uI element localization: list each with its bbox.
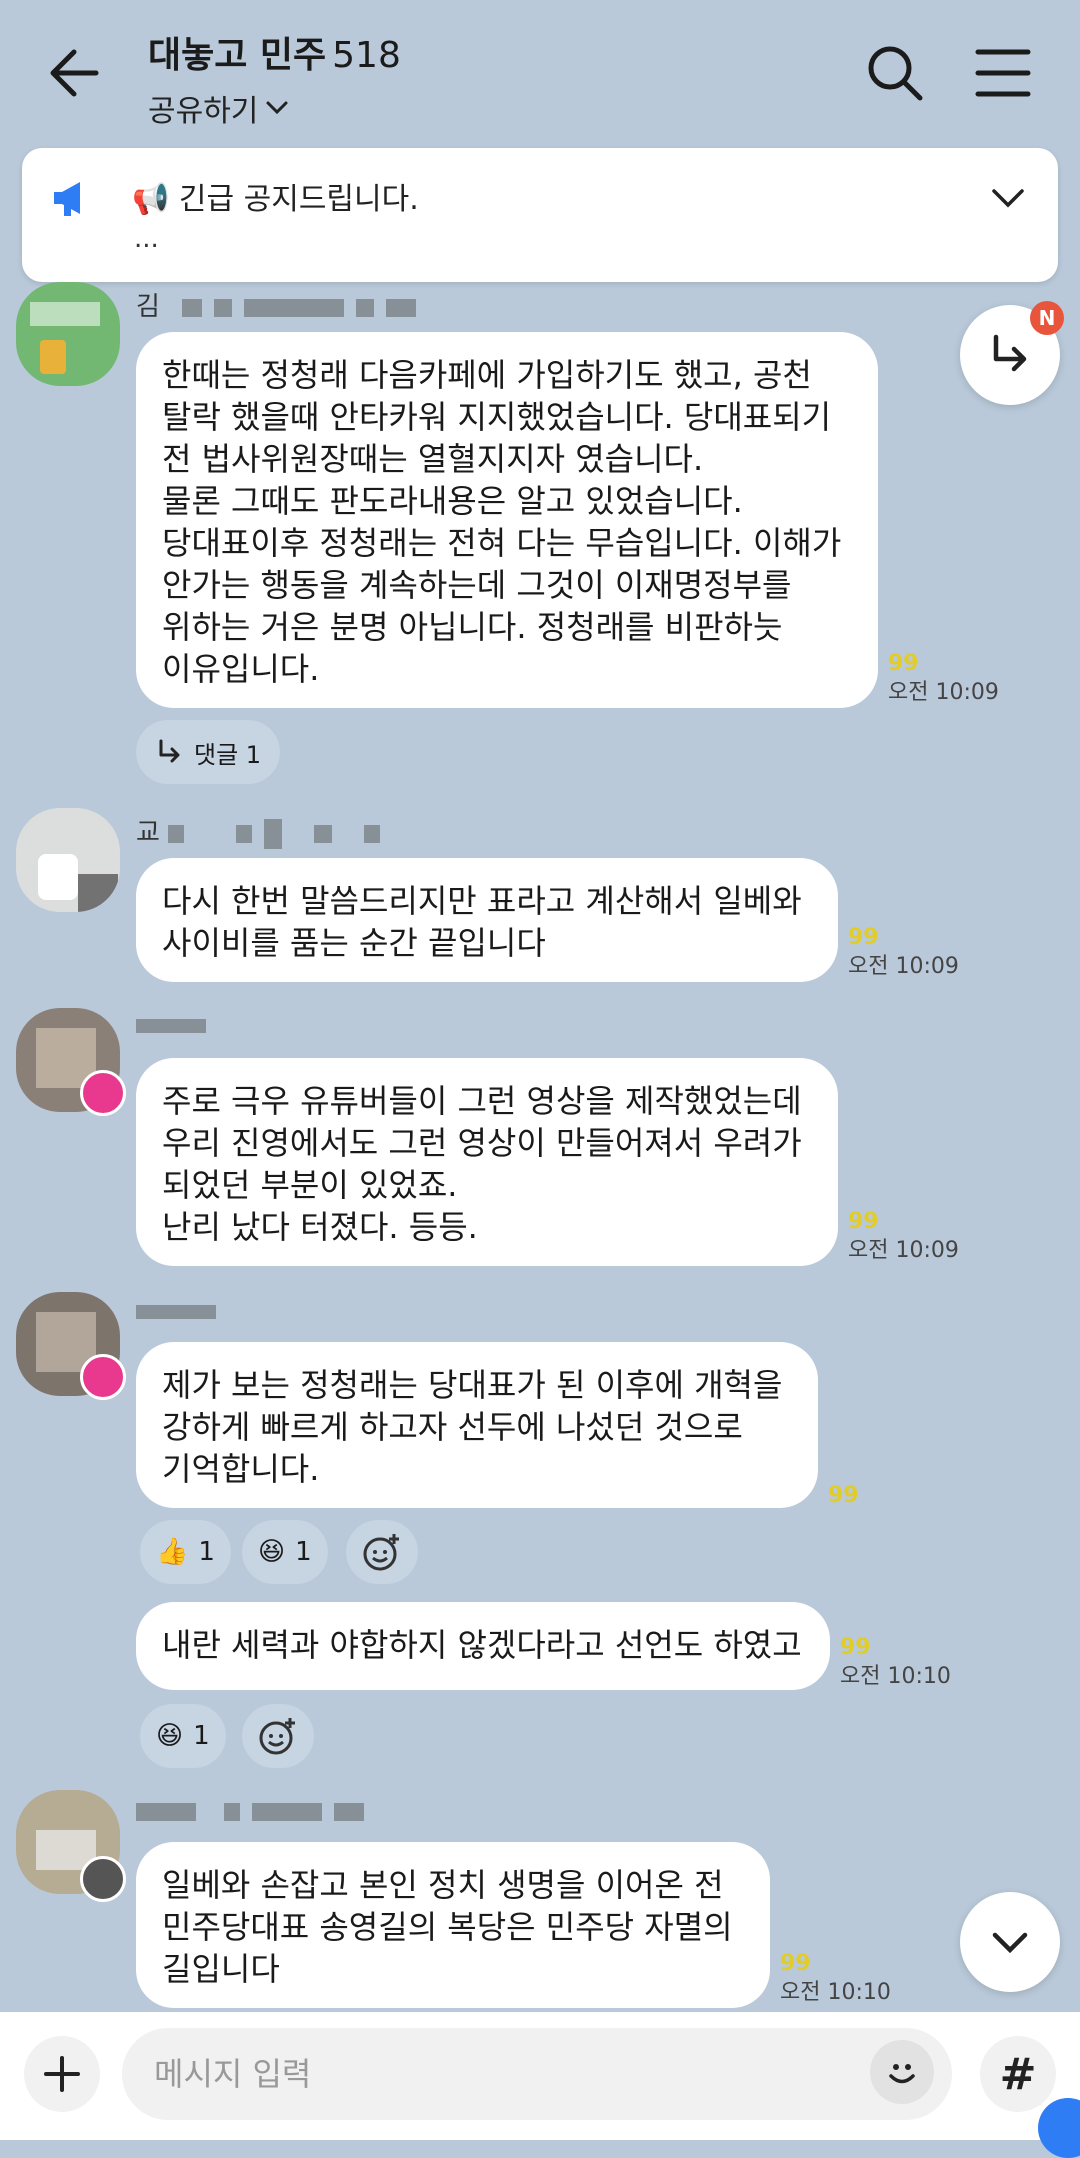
unread-count: 99 xyxy=(828,1483,859,1508)
sender-name-text: 교 xyxy=(136,818,160,848)
chat-title[interactable]: 대놓고 민주 518 xyxy=(148,26,401,78)
add-emoji-icon xyxy=(363,1534,399,1571)
unread-count: 99 xyxy=(848,925,879,950)
message-meta: 99 오전 10:09 xyxy=(848,1209,959,1264)
chat-title-block: 대놓고 민주 518 공유하기 xyxy=(148,26,401,130)
chat-name: 대놓고 민주 xyxy=(148,35,327,76)
message-bubble[interactable]: 일베와 손잡고 본인 정치 생명을 이어온 전 민주당대표 송영길의 복당은 민… xyxy=(136,1842,770,2008)
sender-name: 김 xyxy=(136,286,428,323)
chevron-down-icon xyxy=(992,1932,1028,1954)
plus-icon xyxy=(44,2056,80,2092)
member-count: 518 xyxy=(332,35,401,76)
laugh-emoji-icon: 😆 xyxy=(258,1537,286,1567)
smile-icon xyxy=(889,2064,915,2084)
message-bubble[interactable]: 한때는 정청래 다음카페에 가입하기도 했고, 공천 탈락 했을때 안타카워 지… xyxy=(136,332,878,708)
emoji-button[interactable] xyxy=(870,2040,934,2104)
laugh-emoji-icon: 😆 xyxy=(156,1721,184,1751)
unread-count: 99 xyxy=(840,1635,871,1660)
message-bubble[interactable]: 제가 보는 정청래는 당대표가 된 이후에 개혁을 강하게 빠르게 하고자 선두… xyxy=(136,1342,818,1508)
add-reaction-button[interactable] xyxy=(242,1704,314,1768)
notice-text: 📢 긴급 공지드립니다. xyxy=(132,182,419,217)
crown-icon xyxy=(80,1070,126,1116)
message-time: 오전 10:10 xyxy=(780,1980,891,2005)
sender-name-text: 김 xyxy=(136,292,160,322)
message-meta: 99 오전 10:09 xyxy=(848,925,959,980)
message-time: 오전 10:10 xyxy=(840,1664,951,1689)
sender-name xyxy=(136,1296,228,1326)
message-input-bar: # xyxy=(0,2012,1080,2140)
message-meta: 99 오전 10:09 xyxy=(888,651,999,706)
sender-name xyxy=(136,1796,376,1826)
reaction-count: 1 xyxy=(198,1537,215,1567)
attach-plus-button[interactable] xyxy=(24,2036,100,2112)
unread-count: 99 xyxy=(780,1951,811,1976)
unread-count: 99 xyxy=(888,651,919,676)
sender-name: 교 xyxy=(136,812,392,849)
notice-banner[interactable]: 📢 긴급 공지드립니다. ... xyxy=(22,148,1058,282)
message-time: 오전 10:09 xyxy=(888,680,999,705)
unread-count: 99 xyxy=(848,1209,879,1234)
expand-chevron-icon[interactable] xyxy=(988,178,1028,222)
menu-icon[interactable] xyxy=(970,40,1036,106)
message-bubble[interactable]: 주로 극우 유튜버들이 그런 영상을 제작했었는데 우리 진영에서도 그런 영상… xyxy=(136,1058,838,1266)
back-arrow-icon[interactable] xyxy=(40,38,110,108)
message-bubble[interactable]: 내란 세력과 야합하지 않겠다라고 선언도 하였고 xyxy=(136,1602,830,1690)
avatar[interactable] xyxy=(16,808,120,912)
reaction-like[interactable]: 👍 1 xyxy=(140,1520,231,1584)
reaction-laugh[interactable]: 😆 1 xyxy=(140,1704,226,1768)
member-badge-icon xyxy=(80,1856,126,1902)
chat-header: 대놓고 민주 518 공유하기 xyxy=(0,0,1080,145)
search-icon[interactable] xyxy=(862,40,928,106)
new-badge: N xyxy=(1030,301,1064,335)
reply-arrow-icon xyxy=(159,739,180,763)
reply-jump-button[interactable]: N xyxy=(960,301,1064,405)
crown-icon xyxy=(80,1354,126,1400)
reply-count: 댓글 1 xyxy=(194,740,262,769)
message-bubble[interactable]: 다시 한번 말씀드리지만 표라고 계산해서 일베와 사이비를 품는 순간 끝입니… xyxy=(136,858,838,982)
avatar[interactable] xyxy=(16,282,120,386)
reaction-count: 1 xyxy=(295,1537,312,1567)
sender-name xyxy=(136,1010,218,1040)
share-label: 공유하기 xyxy=(148,94,259,129)
chevron-down-icon xyxy=(266,101,288,115)
reply-thread-button[interactable]: 댓글 1 xyxy=(136,720,280,784)
message-meta: 99 오전 10:10 xyxy=(840,1635,951,1690)
message-meta: 99 xyxy=(828,1483,859,1508)
reaction-laugh[interactable]: 😆 1 xyxy=(242,1520,328,1584)
thumbs-up-icon: 👍 xyxy=(156,1537,189,1567)
notice-more: ... xyxy=(134,224,159,254)
message-meta: 99 오전 10:10 xyxy=(780,1951,891,2006)
message-time: 오전 10:09 xyxy=(848,1238,959,1263)
reaction-count: 1 xyxy=(193,1721,210,1751)
message-input[interactable] xyxy=(122,2028,952,2120)
share-dropdown[interactable]: 공유하기 xyxy=(148,86,401,130)
scroll-down-button[interactable] xyxy=(960,1892,1060,1992)
hashtag-button[interactable]: # xyxy=(980,2036,1056,2112)
reply-jump-icon xyxy=(993,334,1027,372)
message-time: 오전 10:09 xyxy=(848,954,959,979)
add-reaction-button[interactable] xyxy=(346,1520,418,1584)
add-emoji-icon xyxy=(259,1718,295,1755)
megaphone-icon xyxy=(50,176,94,224)
